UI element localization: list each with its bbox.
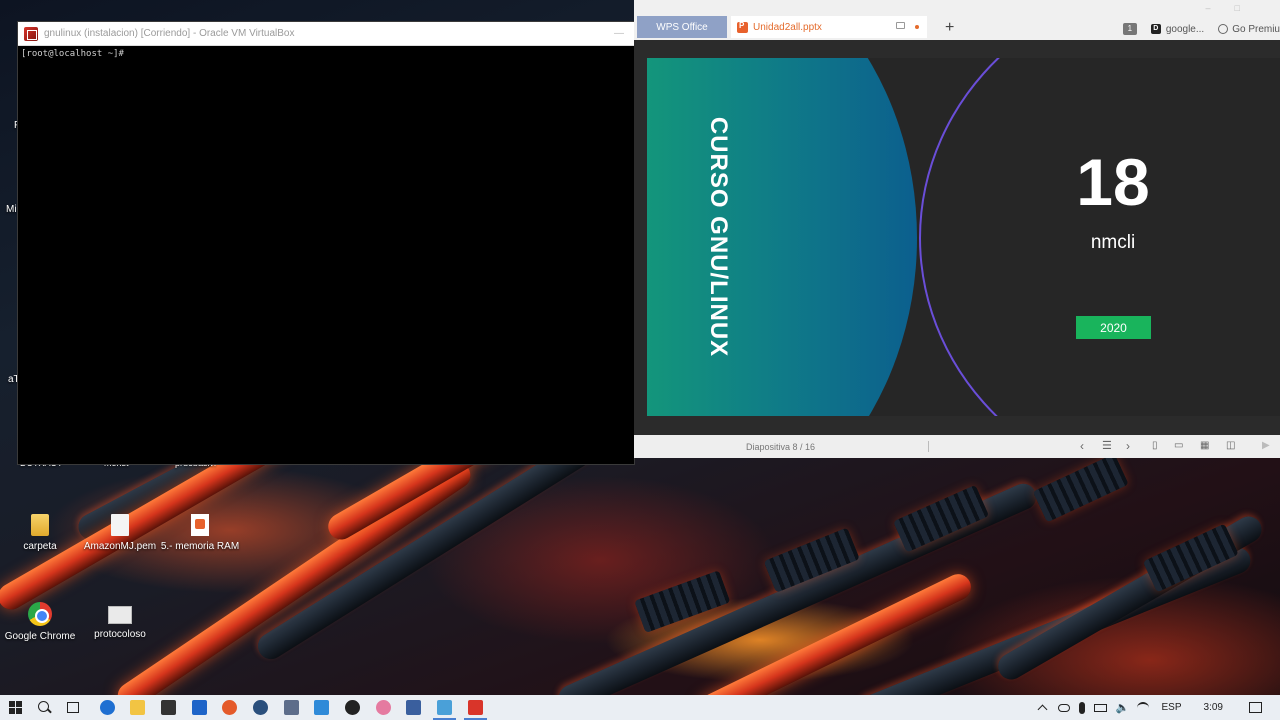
- app-icon[interactable]: [284, 700, 299, 715]
- sorter-view-icon[interactable]: ▦: [1200, 440, 1209, 452]
- wps-titlebar[interactable]: –□ WPS Office Unidad2all.pptx + 1 D goog…: [634, 0, 1280, 40]
- notifications-icon[interactable]: [1249, 702, 1262, 713]
- outline-icon[interactable]: ☰: [1102, 440, 1112, 452]
- account-button[interactable]: google...: [1166, 24, 1204, 35]
- wps-status-bar: Diapositiva 8 / 16 ‹ ☰ › ▯ ▭ ▦ ◫ ▶: [634, 435, 1280, 458]
- virtualbox-app-icon: [24, 26, 38, 41]
- search-icon[interactable]: [37, 700, 52, 715]
- go-premium-button[interactable]: Go Premiu: [1232, 24, 1280, 35]
- chrome-icon: [28, 602, 52, 626]
- reading-view-icon[interactable]: ◫: [1226, 440, 1235, 452]
- app-icon[interactable]: [314, 700, 329, 715]
- slide-big-number: 18: [1076, 145, 1150, 219]
- virtualbox-titlebar[interactable]: gnulinux (instalacion) [Corriendo] - Ora…: [18, 22, 634, 46]
- slide-counter: Diapositiva 8 / 16: [746, 441, 816, 452]
- slide-vertical-title: CURSO GNU/LINUX: [705, 116, 732, 358]
- tab-wps-office-home[interactable]: WPS Office: [637, 16, 727, 38]
- file-icon: [111, 514, 129, 536]
- desktop-icon-label: carpeta: [23, 541, 57, 552]
- terminal-prompt: [root@localhost ~]#: [21, 49, 124, 59]
- mail-icon[interactable]: [192, 700, 207, 715]
- onedrive-icon[interactable]: [1057, 703, 1070, 712]
- app-icon[interactable]: [433, 700, 456, 720]
- desktop-icon-protocoloso[interactable]: protocoloso: [80, 602, 160, 641]
- paint-icon[interactable]: [376, 700, 391, 715]
- tab-document[interactable]: Unidad2all.pptx: [731, 16, 927, 38]
- desktop-icon-label: Google Chrome: [4, 631, 76, 642]
- status-divider: [928, 441, 929, 452]
- unsaved-dot-icon: [915, 25, 919, 29]
- play-slideshow-icon[interactable]: ▶: [1262, 440, 1270, 452]
- slide[interactable]: CURSO GNU/LINUX 18 nmcli 2020: [647, 58, 1280, 416]
- window-controls[interactable]: –□: [1206, 3, 1264, 13]
- language-indicator[interactable]: ESP: [1162, 702, 1182, 713]
- system-tray: 🔈 ESP 3:09: [1037, 695, 1280, 720]
- desktop-icon-memoria-ram[interactable]: 5.- memoria RAM: [160, 514, 240, 553]
- desktop-icon-label: AmazonMJ.pem: [83, 541, 157, 552]
- file-explorer-icon[interactable]: [130, 700, 145, 715]
- microphone-icon[interactable]: [1078, 701, 1085, 714]
- vm-terminal-screen[interactable]: [root@localhost ~]#: [18, 46, 634, 62]
- volume-icon[interactable]: 🔈: [1116, 702, 1130, 714]
- store-icon[interactable]: [161, 700, 176, 715]
- desktop-icon-label: 5.- memoria RAM: [160, 541, 240, 552]
- presentation-icon: [737, 21, 748, 33]
- account-icon: D: [1150, 24, 1161, 34]
- desktop-icon-chrome[interactable]: Google Chrome: [0, 602, 80, 643]
- wps-titlebar-right: 1 D google... Go Premiu: [1122, 18, 1280, 40]
- desktop-icon-carpeta[interactable]: carpeta: [0, 514, 80, 553]
- tab-count-badge[interactable]: 1: [1122, 23, 1137, 35]
- slide-green-semicircle: [647, 58, 917, 416]
- normal-view-icon[interactable]: ▭: [1174, 440, 1183, 452]
- desktop-icon-amazonmj[interactable]: AmazonMJ.pem: [80, 514, 160, 553]
- next-slide-icon[interactable]: ›: [1126, 440, 1130, 452]
- folder-icon: [31, 514, 49, 536]
- wallpaper-connector: [1032, 453, 1129, 523]
- desktop-icon-label: protocoloso: [94, 629, 146, 640]
- clock[interactable]: 3:09: [1204, 702, 1223, 713]
- slide-year-badge: 2020: [1076, 316, 1151, 339]
- notes-icon[interactable]: ▯: [1152, 440, 1158, 452]
- desktop-partial-label: Mi: [6, 204, 17, 215]
- premium-gem-icon: [1218, 24, 1229, 34]
- wps-presentation-icon[interactable]: [464, 700, 487, 720]
- wifi-icon[interactable]: [1136, 701, 1149, 714]
- monitor-icon[interactable]: [896, 22, 905, 29]
- minimize-button[interactable]: —: [604, 28, 634, 39]
- image-file-icon: [108, 606, 132, 624]
- app-icon[interactable]: [253, 700, 268, 715]
- app-icon[interactable]: [345, 700, 360, 715]
- virtualbox-icon[interactable]: [406, 700, 421, 715]
- windows-start-button[interactable]: [8, 700, 23, 715]
- virtualbox-window[interactable]: gnulinux (instalacion) [Corriendo] - Ora…: [18, 22, 634, 464]
- presentation-file-icon: [191, 514, 209, 536]
- firefox-icon[interactable]: [222, 700, 237, 715]
- chevron-up-icon[interactable]: [1037, 704, 1047, 715]
- prev-slide-icon[interactable]: ‹: [1080, 440, 1084, 452]
- slide-subtitle: nmcli: [1090, 232, 1136, 253]
- slide-canvas[interactable]: CURSO GNU/LINUX 18 nmcli 2020: [634, 40, 1280, 435]
- battery-icon[interactable]: [1093, 703, 1107, 712]
- virtualbox-window-title: gnulinux (instalacion) [Corriendo] - Ora…: [44, 28, 295, 39]
- wps-office-window[interactable]: –□ WPS Office Unidad2all.pptx + 1 D goog…: [634, 0, 1280, 458]
- taskbar: 🔈 ESP 3:09: [0, 695, 1280, 720]
- task-view-icon[interactable]: [67, 702, 79, 713]
- new-tab-button[interactable]: +: [945, 20, 954, 36]
- edge-icon[interactable]: [100, 700, 115, 715]
- tab-document-label: Unidad2all.pptx: [753, 21, 822, 33]
